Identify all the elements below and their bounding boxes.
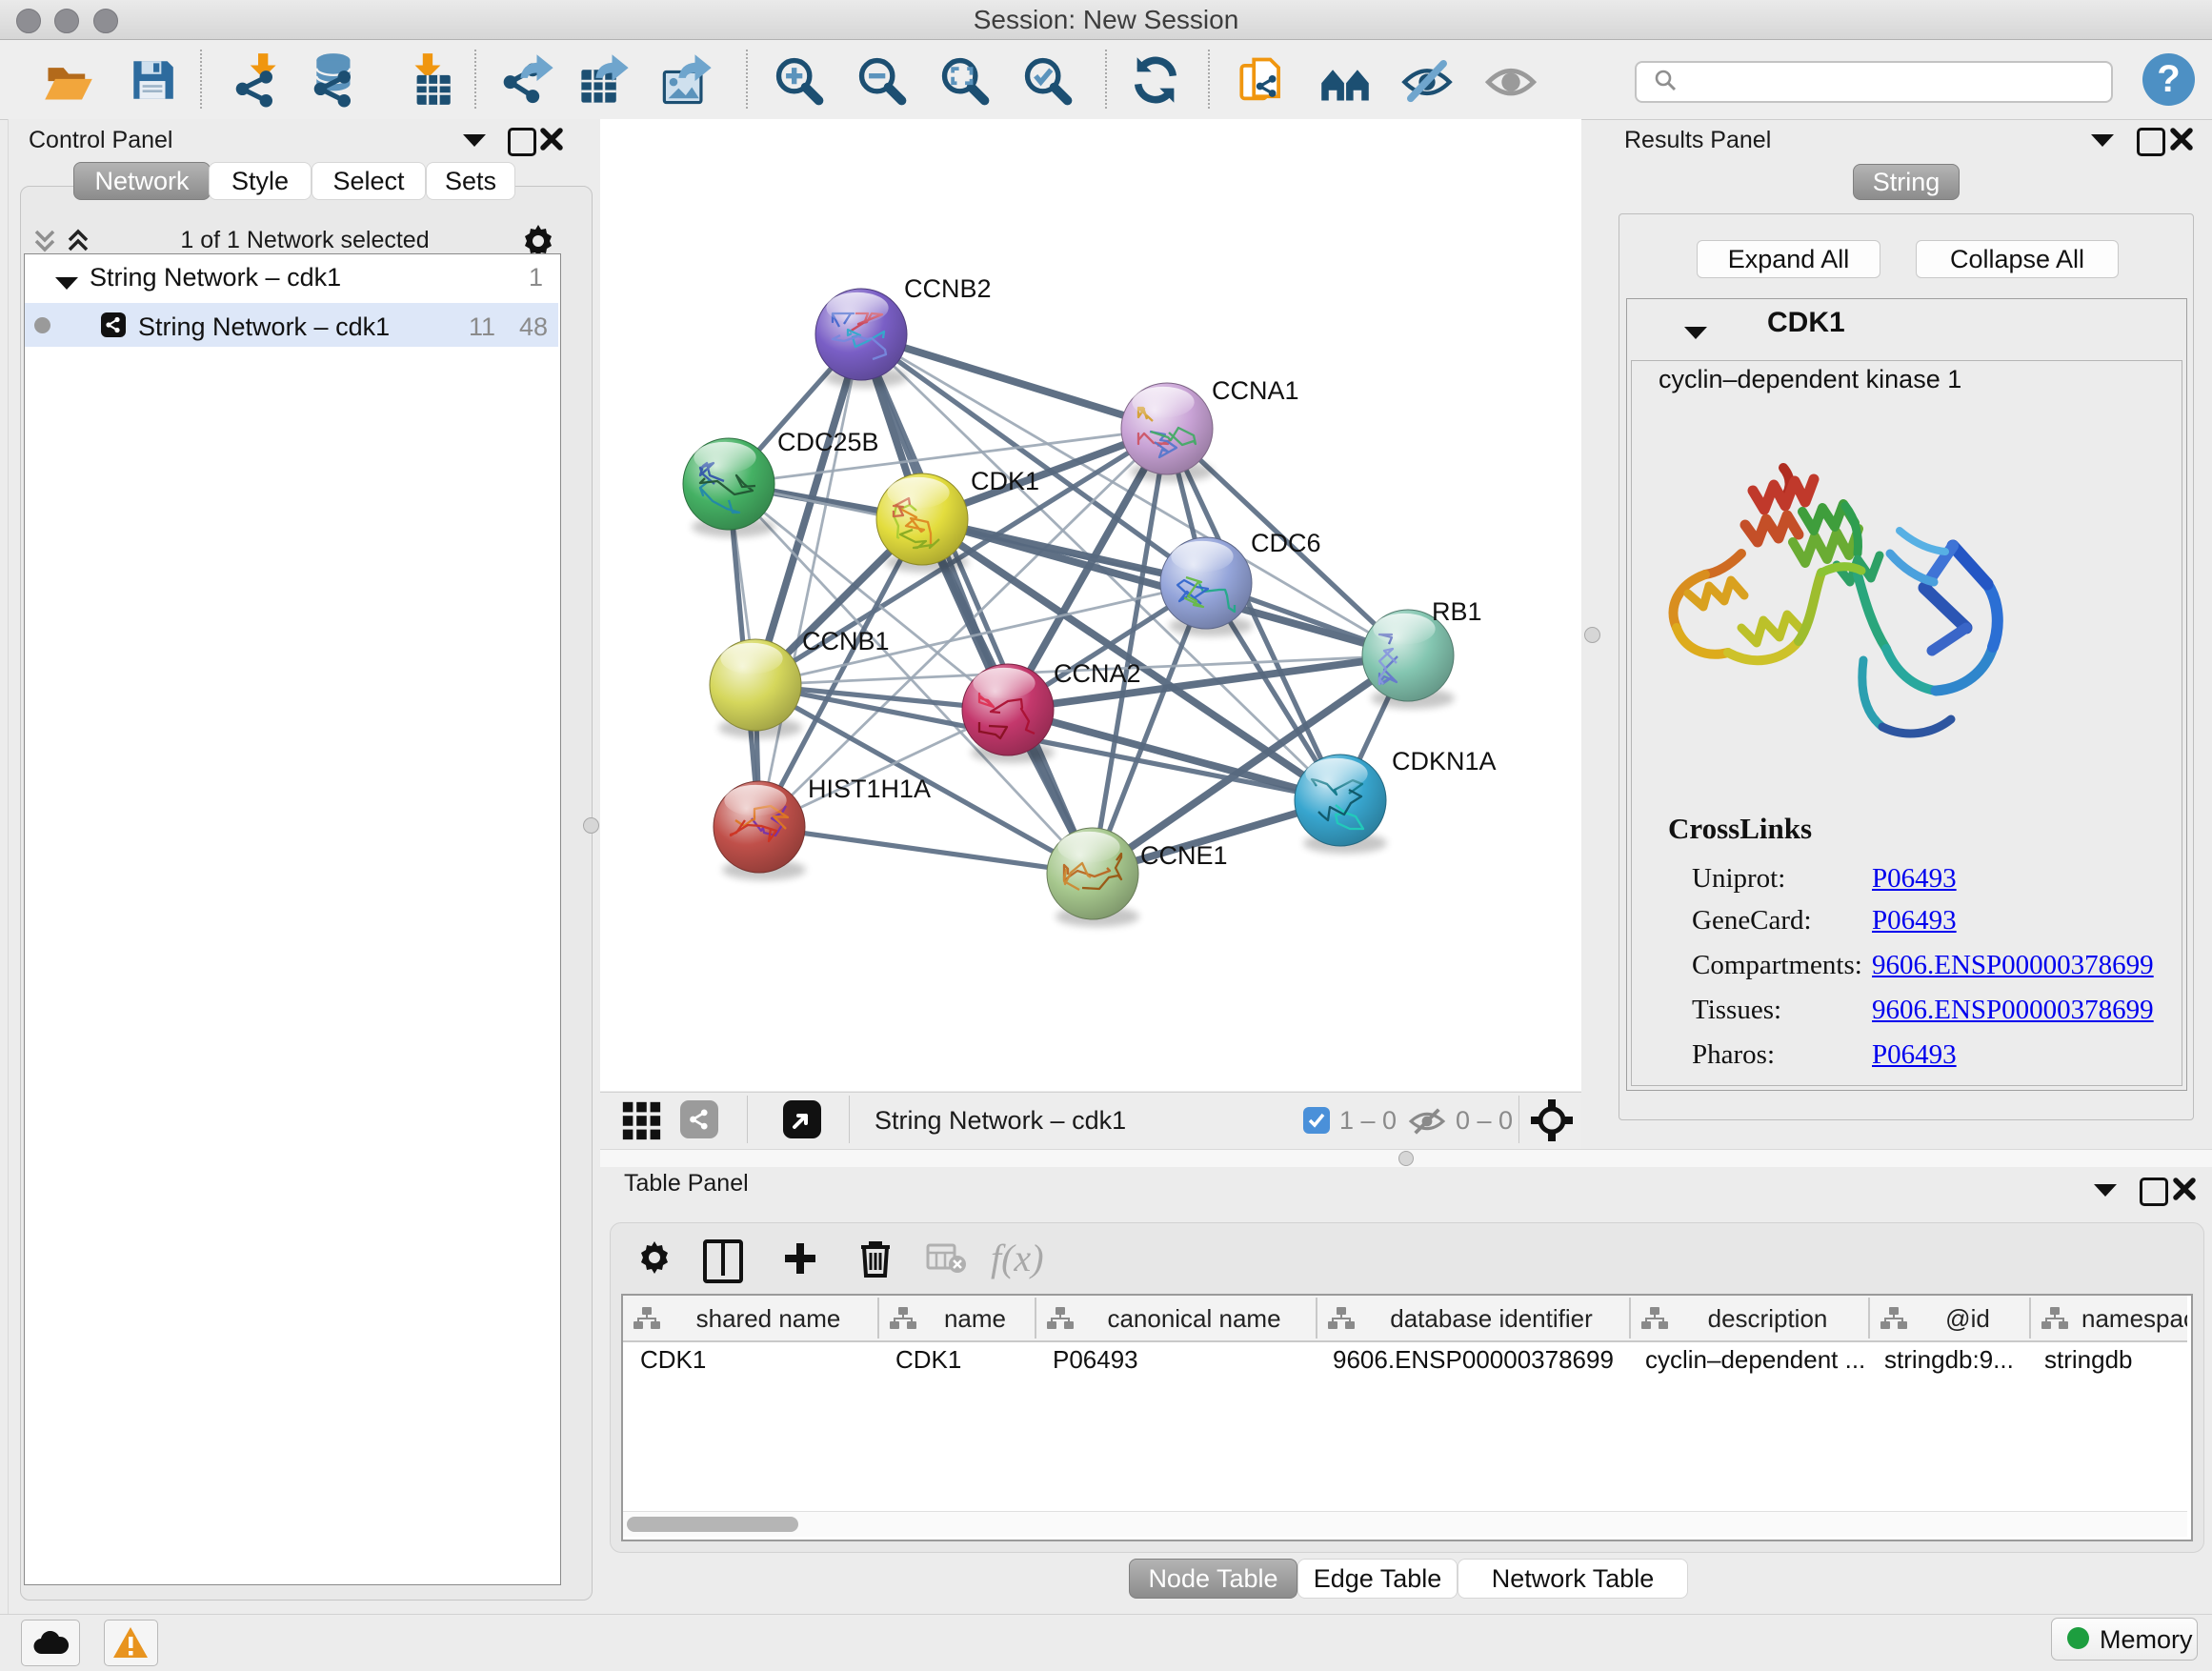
svg-text:CCNB1: CCNB1: [802, 627, 890, 655]
svg-text:CDC6: CDC6: [1251, 529, 1321, 557]
svg-text:CCNA1: CCNA1: [1212, 376, 1299, 405]
svg-text:CDC25B: CDC25B: [777, 428, 879, 456]
svg-text:CDK1: CDK1: [971, 467, 1039, 495]
svg-text:CDKN1A: CDKN1A: [1392, 747, 1497, 775]
svg-text:HIST1H1A: HIST1H1A: [808, 775, 931, 803]
svg-text:CCNA2: CCNA2: [1054, 659, 1141, 688]
svg-text:CCNB2: CCNB2: [904, 274, 992, 303]
svg-text:RB1: RB1: [1432, 597, 1482, 626]
svg-text:CCNE1: CCNE1: [1140, 841, 1228, 870]
